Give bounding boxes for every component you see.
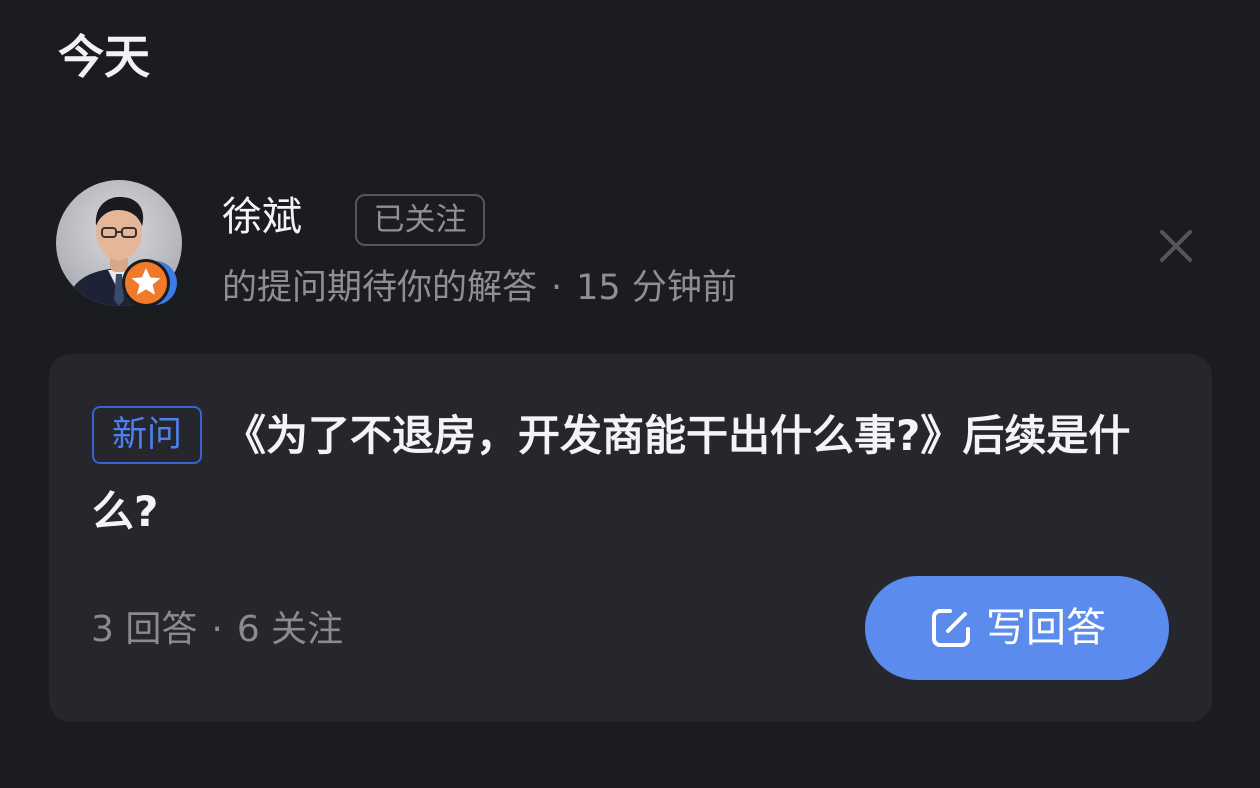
follower-count: 6 关注 xyxy=(236,609,344,650)
answer-count: 3 回答 xyxy=(91,609,198,650)
follow-status-button[interactable]: 已关注 xyxy=(355,194,485,246)
close-icon[interactable] xyxy=(1154,224,1198,268)
time-ago: 15 分钟前 xyxy=(576,268,737,308)
stats-separator: · xyxy=(211,609,223,650)
section-title: 今天 xyxy=(58,30,150,84)
subtitle-separator: · xyxy=(551,268,563,308)
notification-subtitle: 的提问期待你的解答 · 15 分钟前 xyxy=(222,262,737,314)
author-name[interactable]: 徐斌 xyxy=(222,190,302,244)
question-card[interactable]: 《为了不退房，开发商能干出什么事?》后续是什么? 新问 3 回答 · 6 关注 写回… xyxy=(49,354,1212,722)
star-badge-icon xyxy=(122,259,177,307)
subtitle-action: 的提问期待你的解答 xyxy=(222,268,538,308)
new-question-tag: 新问 xyxy=(92,406,202,464)
question-title[interactable]: 《为了不退房，开发商能干出什么事?》后续是什么? xyxy=(92,398,1167,550)
write-answer-label: 写回答 xyxy=(986,605,1106,651)
write-answer-button[interactable]: 写回答 xyxy=(865,576,1169,680)
edit-icon xyxy=(932,609,970,647)
question-stats: 3 回答 · 6 关注 xyxy=(91,602,343,658)
